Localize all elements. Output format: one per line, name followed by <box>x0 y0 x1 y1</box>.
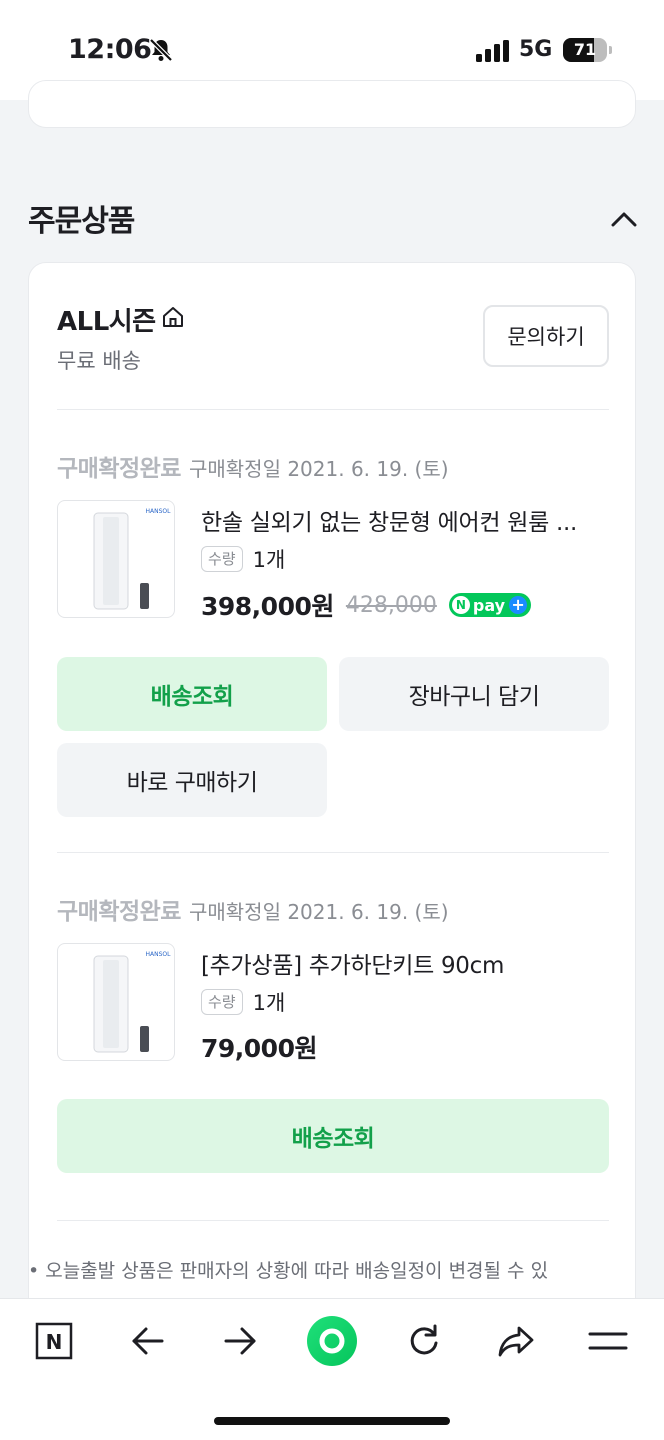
status-time: 12:06 <box>68 34 152 65</box>
npay-plus-icon: + <box>509 596 528 614</box>
share-icon[interactable] <box>494 1319 538 1363</box>
original-price: 428,000 <box>345 592 437 618</box>
price-row: 79,000원 <box>201 1030 317 1064</box>
quantity-row: 수량 1개 <box>201 544 285 574</box>
browser-bottom-bar: N <box>0 1298 664 1440</box>
price-row: 398,000원 428,000 N pay + <box>201 588 532 622</box>
order-card: ALL시즌 무료 배송 문의하기 구매확정완료구매확정일 2021. 6. 19… <box>28 262 636 1322</box>
forward-arrow-icon[interactable] <box>218 1319 262 1363</box>
npay-logo-text: pay <box>472 595 506 615</box>
quantity-row: 수량 1개 <box>201 987 285 1017</box>
product-thumbnail[interactable]: HANSOL <box>57 500 175 618</box>
order-status-line: 구매확정완료 구매확정일 2021. 6. 19. (토) <box>57 449 449 483</box>
section-title: 주문상품 <box>28 204 135 239</box>
quantity-label: 수량 <box>201 546 243 572</box>
product-name[interactable]: 한솔 실외기 없는 창문형 에어컨 원룸 ... <box>201 503 609 537</box>
bell-slash-icon <box>149 38 173 62</box>
chevron-up-icon[interactable] <box>608 206 640 232</box>
shipping-fee-label: 무료 배송 <box>57 349 141 373</box>
brand-logo-text: HANSOL <box>146 951 172 958</box>
battery-icon: 71 <box>563 38 607 62</box>
order-status: 구매확정완료 <box>57 899 181 925</box>
network-type: 5G <box>519 37 553 62</box>
confirm-date: 구매확정일 2021. 6. 19. (토) <box>188 457 449 481</box>
product-name[interactable]: [추가상품] 추가하단키트 90cm <box>201 946 609 980</box>
previous-card <box>28 80 636 128</box>
sale-price: 398,000원 <box>201 592 334 621</box>
quantity-label: 수량 <box>201 989 243 1015</box>
refresh-icon[interactable] <box>402 1319 446 1363</box>
divider <box>57 1220 609 1221</box>
sale-price: 79,000원 <box>201 1034 317 1063</box>
divider <box>57 852 609 853</box>
green-dot-icon[interactable] <box>304 1313 360 1369</box>
divider <box>57 409 609 410</box>
inquiry-button[interactable]: 문의하기 <box>483 305 609 367</box>
back-arrow-icon[interactable] <box>126 1319 170 1363</box>
npay-logo-n: N <box>451 596 470 614</box>
buy-now-button[interactable]: 바로 구매하기 <box>57 743 327 817</box>
battery-tip <box>609 46 612 54</box>
cellular-signal-icon <box>476 40 509 62</box>
track-delivery-button[interactable]: 배송조회 <box>57 1099 609 1173</box>
naver-home-icon[interactable]: N <box>32 1319 76 1363</box>
store-name[interactable]: ALL시즌 <box>57 301 156 338</box>
product-thumbnail[interactable]: HANSOL <box>57 943 175 1061</box>
menu-icon[interactable] <box>586 1319 630 1363</box>
quantity-value: 1개 <box>252 991 286 1015</box>
order-status: 구매확정완료 <box>57 456 181 482</box>
home-icon[interactable] <box>161 305 185 329</box>
quantity-value: 1개 <box>252 548 286 572</box>
shipping-notice: • 오늘출발 상품은 판매자의 상황에 따라 배송일정이 변경될 수 있 <box>28 1260 549 1282</box>
home-indicator <box>214 1417 450 1425</box>
brand-logo-text: HANSOL <box>146 508 172 515</box>
track-delivery-button[interactable]: 배송조회 <box>57 657 327 731</box>
order-status-line: 구매확정완료 구매확정일 2021. 6. 19. (토) <box>57 892 449 926</box>
battery-percent: 71 <box>573 40 597 59</box>
confirm-date: 구매확정일 2021. 6. 19. (토) <box>188 900 449 924</box>
air-conditioner-image: HANSOL <box>93 508 172 610</box>
svg-text:N: N <box>46 1330 63 1354</box>
air-conditioner-image: HANSOL <box>93 951 172 1053</box>
npay-plus-badge: N pay + <box>448 593 532 617</box>
add-to-cart-button[interactable]: 장바구니 담기 <box>339 657 609 731</box>
